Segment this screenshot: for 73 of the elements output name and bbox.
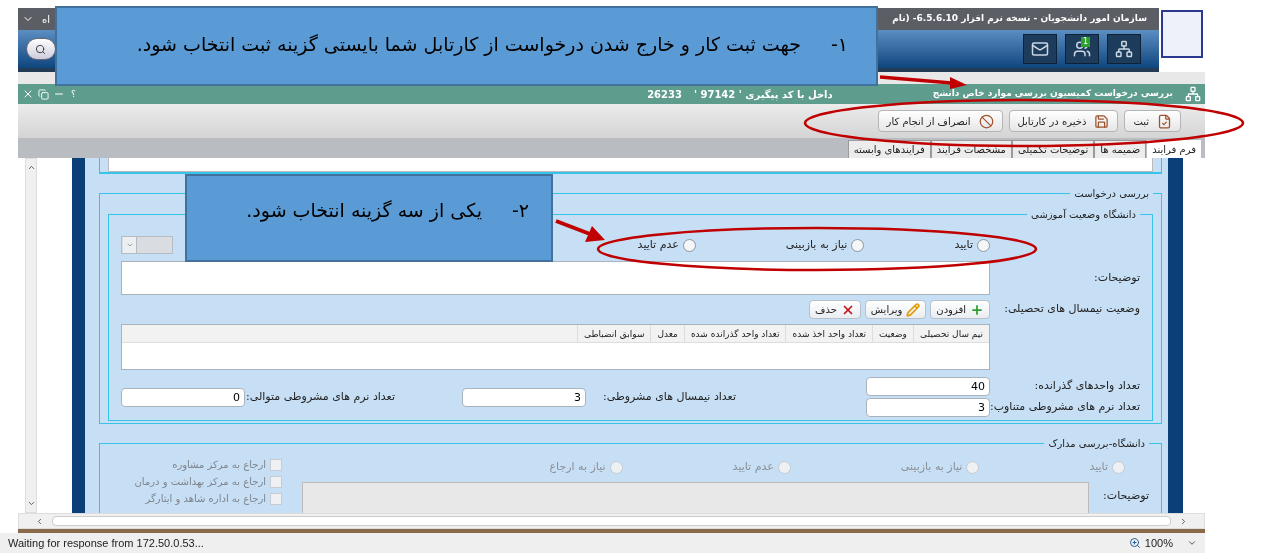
scroll-left-icon[interactable] [35,516,44,526]
field-label: تعداد نرم های مشروطی متوالی: [245,388,395,405]
scroll-right-icon[interactable] [1179,516,1188,526]
pencil-icon [906,302,921,317]
radio-option[interactable]: تایید [954,236,990,254]
notification-badge: 1 [1080,37,1090,47]
section-title: دانشگاه-بررسی مدارک [1047,437,1146,451]
input-field[interactable]: 3 [462,387,586,407]
search-icon [35,43,46,55]
header-text: اه [42,12,51,27]
process-icon [1185,86,1201,102]
app-title: سازمان امور دانشجویان - نسخه نرم افزار 6.5.6.10- (نام [892,12,1148,26]
tab[interactable]: فرایندهای وابسته [847,140,931,158]
action-button[interactable]: حذف [809,300,861,319]
checkbox-icon [270,458,282,471]
field-label: توضیحات: [1102,487,1149,504]
checkbox-icon [270,475,282,488]
horizontal-scrollbar[interactable] [18,513,1205,529]
field-label: تعداد واحدهای گذرانده: [1033,378,1140,395]
zoom-level[interactable]: 100% [1144,534,1173,552]
action-button[interactable]: افزودن [930,300,990,319]
field-label: توضیحات: [1093,269,1140,286]
field-label: وضعیت نیمسال های تحصیلی: [1003,301,1140,318]
toolbar-button[interactable]: ثبت [1124,110,1181,132]
input-field[interactable]: 0 [121,387,245,407]
scroll-up-icon[interactable] [26,163,36,172]
checkbox-icon [270,492,282,505]
tab[interactable]: فرم فرایند [1146,140,1201,158]
field-label: تعداد نرم های مشروطی متناوب: [990,399,1140,416]
column-header: معدل [650,325,684,342]
zoom-icon[interactable] [1128,537,1141,549]
sitemap-icon [1115,40,1133,58]
callout-text: جهت ثبت کار و خارج شدن درخواست از کارتابل شما بایستی گزینه ثبت انتخاب شود. [136,32,801,58]
input-field[interactable]: 3 [866,398,990,417]
column-header: تعداد واحد گذرانده شده [683,325,786,342]
callout-text: یکی از سه گزینه انتخاب شود. [246,198,482,224]
toolbar-icon [978,113,994,129]
column-header: نیم سال تحصیلی [912,325,989,342]
status-message: Waiting for response from 172.50.0.53... [8,535,204,551]
notes-field[interactable] [121,261,990,295]
section-title: دانشگاه وضعیت آموزشی [1030,207,1137,222]
input-field[interactable]: 40 [866,377,990,396]
caret-icon [125,241,134,249]
field-label: تعداد نیمسال های مشروطی: [602,388,736,405]
mail-icon [1031,40,1049,58]
callout-number: ١- [830,32,848,57]
toolbar-button[interactable]: انصراف از انجام کار [877,110,1003,132]
radio-option[interactable]: نیاز به بازبینی [785,236,865,254]
radio-option[interactable]: عدم تایید [637,236,696,254]
vertical-scrollbar[interactable] [25,158,37,513]
column-header: وضعیت [872,325,913,342]
toolbar-icon [1157,113,1172,129]
column-header: تعداد واحد اخذ شده [785,325,873,342]
section-title: بررسی درخواست [1073,187,1150,201]
task-title: بررسی درخواست کمیسیون بررسی موارد خاص دانشج [932,87,1173,101]
caret-icon[interactable] [1187,538,1197,548]
scroll-down-icon[interactable] [26,499,36,508]
close-icon[interactable] [22,88,34,100]
pointer-arrow [554,218,606,244]
sitemap-button[interactable] [1107,34,1141,64]
search-field[interactable] [26,38,56,60]
toolbar-button[interactable]: ذخیره در کارتابل [1008,110,1119,132]
mail-button[interactable] [1023,34,1057,64]
restore-icon[interactable] [38,88,49,100]
column-header: سوابق انضباطی [576,325,651,342]
callout-number: ٢- [511,198,529,223]
text-field[interactable] [108,158,1153,172]
action-button[interactable]: ویرایش [864,300,927,319]
logo-emblem [1161,10,1203,58]
plus-icon [970,302,984,317]
toolbar-icon [1094,113,1110,129]
task-title: داخل با کد پیگیری ' 97142 ' [693,87,833,102]
tracking-number: 26233 [647,87,682,102]
